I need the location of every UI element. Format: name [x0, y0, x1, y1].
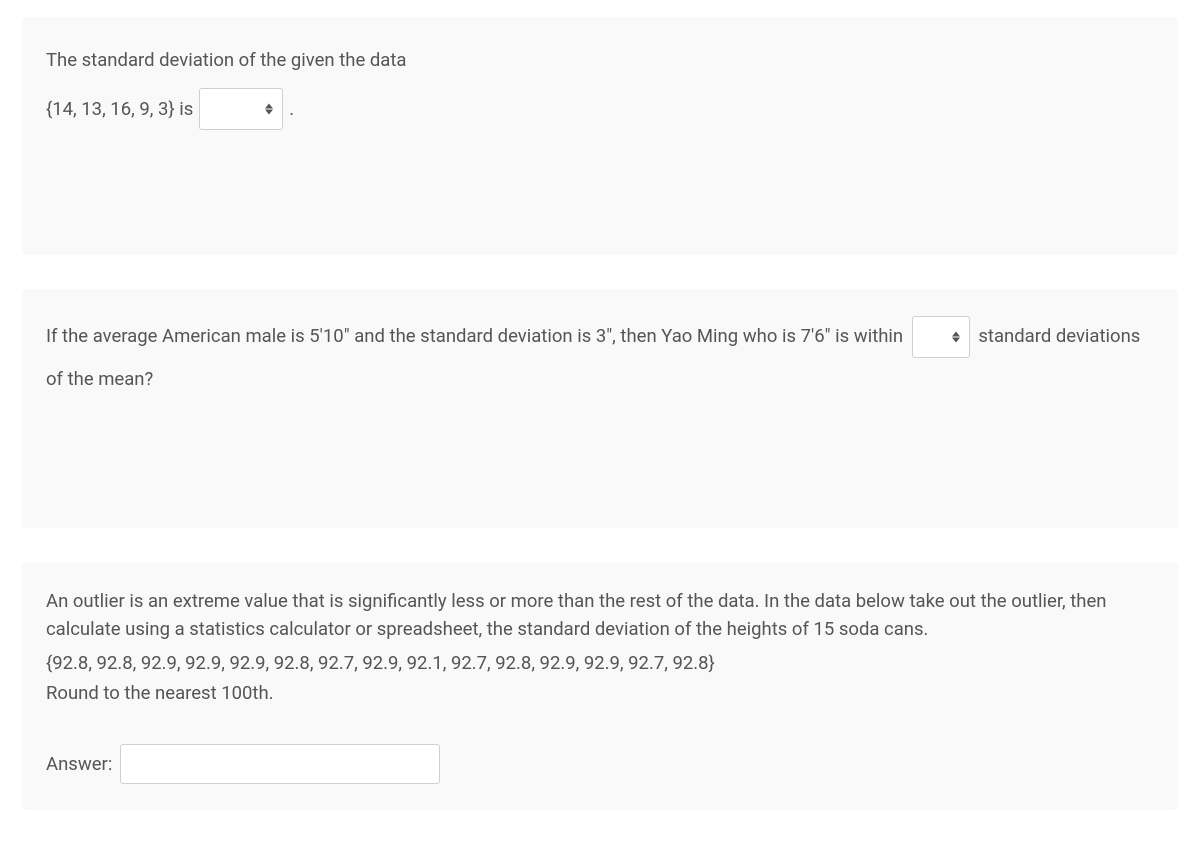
question-2-text-before: If the average American male is 5'10" an…: [46, 325, 903, 347]
question-1-data: {14, 13, 16, 9, 3} is: [46, 92, 193, 127]
question-1-line-1: The standard deviation of the given the …: [46, 43, 1154, 78]
question-1-period: .: [289, 92, 294, 127]
question-card-2: If the average American male is 5'10" an…: [22, 289, 1178, 528]
question-3-data: {92.8, 92.8, 92.9, 92.9, 92.9, 92.8, 92.…: [46, 652, 1154, 674]
question-3-intro: An outlier is an extreme value that is s…: [46, 588, 1154, 644]
question-card-1: The standard deviation of the given the …: [22, 17, 1178, 255]
answer-select-q1[interactable]: [199, 88, 283, 130]
answer-select-q2[interactable]: [912, 316, 970, 358]
question-3-round: Round to the nearest 100th.: [46, 682, 1154, 704]
question-card-3: An outlier is an extreme value that is s…: [22, 562, 1178, 810]
answer-input-q3[interactable]: [120, 744, 440, 784]
answer-label: Answer:: [46, 753, 112, 775]
